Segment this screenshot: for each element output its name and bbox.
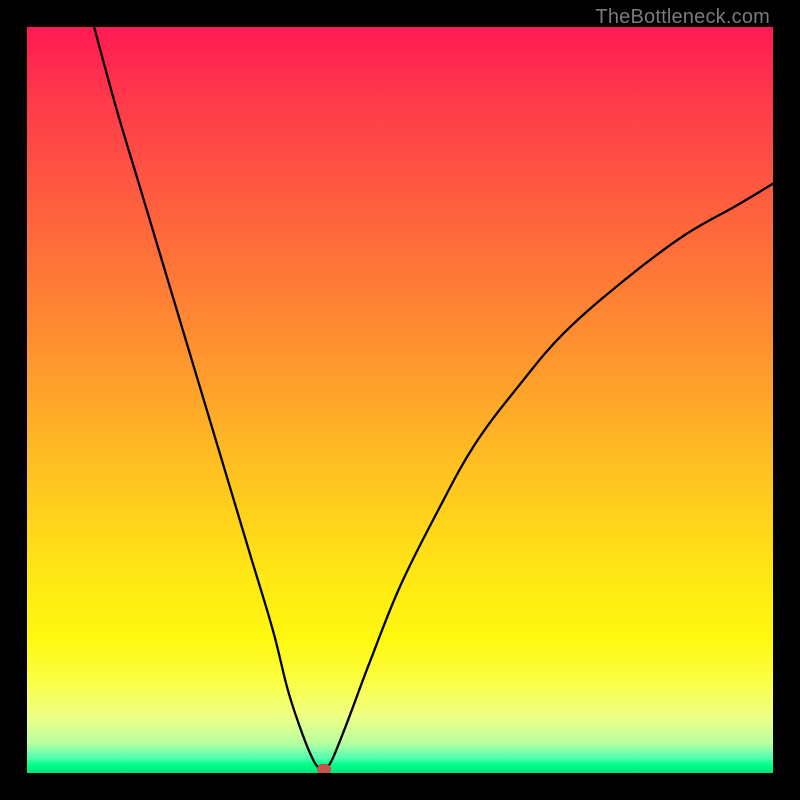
bottleneck-curve [27,27,773,773]
chart-frame: TheBottleneck.com [0,0,800,800]
curve-right-branch [325,184,773,770]
optimum-marker [317,764,331,773]
plot-area [27,27,773,773]
curve-left-branch [94,27,322,770]
watermark-text: TheBottleneck.com [595,6,770,29]
